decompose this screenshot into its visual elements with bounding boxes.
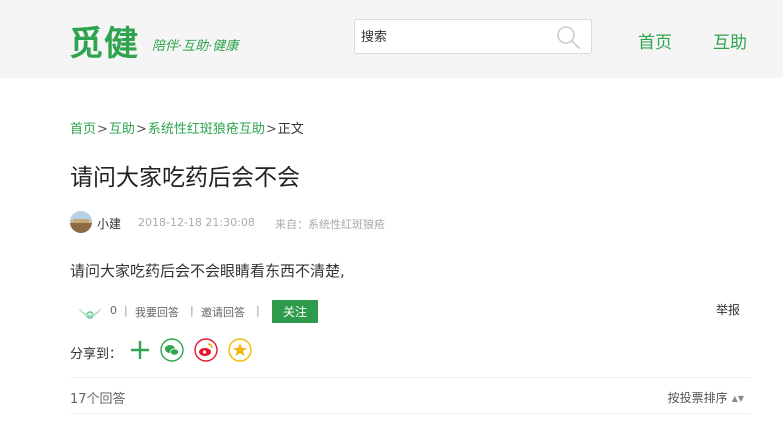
answer-link[interactable]: 我要回答 xyxy=(135,304,179,320)
search-icon[interactable] xyxy=(555,24,581,50)
nav-home-link[interactable]: 首页 xyxy=(638,28,672,53)
post-date: 2018-12-18 21:30:08 xyxy=(138,216,255,229)
question-actions: 0 | 我要回答 | 邀请回答 | 关注 举报 xyxy=(78,298,758,324)
search-box xyxy=(354,19,592,54)
question-meta: 小建 2018-12-18 21:30:08 来自：系统性红斑狼疮 xyxy=(70,211,470,235)
signal-icon xyxy=(78,308,102,319)
breadcrumb-home[interactable]: 首页 xyxy=(70,122,96,137)
breadcrumb: 首页>互助>系统性红斑狼疮互助>正文 xyxy=(70,118,304,137)
question-body: 请问大家吃药后会不会眼睛看东西不清楚, xyxy=(70,262,345,280)
invite-link[interactable]: 邀请回答 xyxy=(201,304,245,320)
breadcrumb-help[interactable]: 互助 xyxy=(109,122,135,137)
avatar-image xyxy=(70,211,92,233)
share-label: 分享到： xyxy=(70,347,123,362)
breadcrumb-current: 正文 xyxy=(277,122,304,137)
action-separator: | xyxy=(124,304,128,317)
plus-icon[interactable] xyxy=(128,338,152,362)
report-link[interactable]: 举报 xyxy=(716,301,740,318)
nav-help-link[interactable]: 互助 xyxy=(713,28,747,53)
action-separator: | xyxy=(256,304,260,317)
post-source: 来自：系统性红斑狼疮 xyxy=(275,218,385,231)
sort-dropdown[interactable]: 按投票排序 ▲▼ xyxy=(668,389,744,406)
follow-button[interactable]: 关注 xyxy=(272,300,318,323)
sort-arrows-icon: ▲▼ xyxy=(731,394,744,403)
sort-label: 按投票排序 xyxy=(667,391,728,405)
breadcrumb-separator: > xyxy=(97,122,108,137)
breadcrumb-separator: > xyxy=(135,122,147,137)
site-header: 觅健 陪伴·互助·健康 首页 互助 xyxy=(0,0,783,78)
site-logo[interactable]: 觅健 xyxy=(69,16,139,65)
author-avatar[interactable] xyxy=(70,211,92,233)
share-bar: 分享到： xyxy=(70,338,370,364)
weibo-icon[interactable] xyxy=(194,338,218,362)
wechat-icon[interactable] xyxy=(160,338,184,362)
breadcrumb-lupus-help[interactable]: 系统性红斑狼疮互助 xyxy=(148,122,265,137)
question-title: 请问大家吃药后会不会 xyxy=(70,165,300,191)
search-input[interactable] xyxy=(361,27,551,47)
answers-count: 17个回答 xyxy=(70,392,126,407)
breadcrumb-separator: > xyxy=(265,122,277,137)
answers-bar: 17个回答 按投票排序 ▲▼ xyxy=(70,377,750,414)
action-separator: | xyxy=(190,304,194,317)
qzone-icon[interactable] xyxy=(228,338,252,362)
author-name[interactable]: 小建 xyxy=(97,215,121,232)
site-tagline: 陪伴·互助·健康 xyxy=(152,39,239,54)
interest-count: 0 xyxy=(110,304,117,317)
